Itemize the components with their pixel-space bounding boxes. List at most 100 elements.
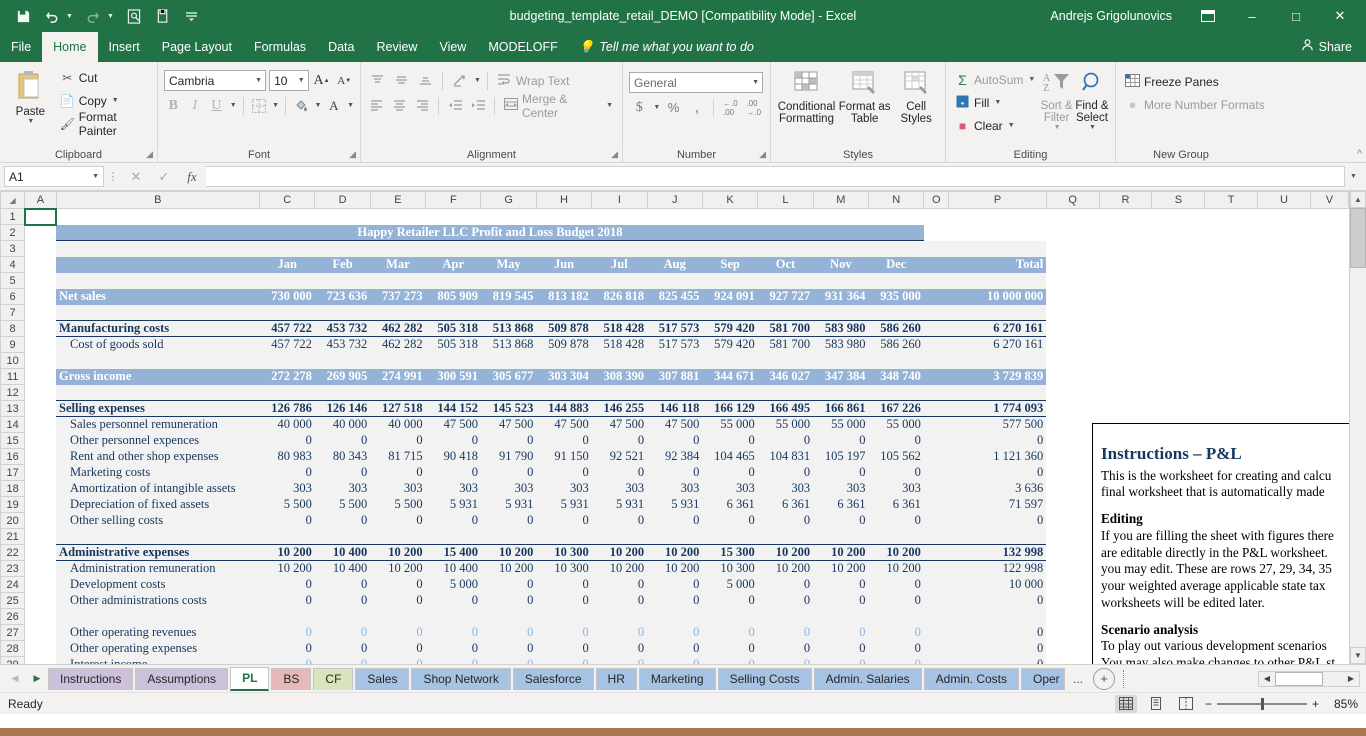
cell-D1[interactable] (315, 209, 370, 225)
accounting-format-button[interactable]: $ (629, 97, 649, 118)
cell-L27[interactable]: 0 (758, 625, 813, 641)
cell-E29[interactable]: 0 (370, 657, 425, 665)
copy-dropdown-icon[interactable]: ▼ (112, 97, 119, 104)
find-select-button[interactable]: Find & Select ▼ (1075, 68, 1109, 131)
cell-F13[interactable]: 144 152 (426, 401, 481, 417)
cell-B23[interactable]: Administration remuneration (56, 561, 260, 577)
sheet-tab-salesforce[interactable]: Salesforce (513, 668, 594, 690)
save-icon[interactable] (14, 7, 32, 25)
cell-O11[interactable] (924, 369, 949, 385)
cell-A23[interactable] (25, 561, 56, 577)
cell-A19[interactable] (25, 497, 56, 513)
cell-B7[interactable] (56, 305, 260, 321)
cell-D27[interactable]: 0 (315, 625, 370, 641)
cell-A22[interactable] (25, 545, 56, 561)
cell-J16[interactable]: 92 384 (647, 449, 702, 465)
month-header-apr[interactable]: Apr (426, 257, 481, 273)
column-header-D[interactable]: D (315, 192, 370, 209)
cell-M29[interactable]: 0 (813, 657, 868, 665)
row-header-26[interactable]: 26 (1, 609, 25, 625)
autosum-button[interactable]: Σ AutoSum ▼ (952, 68, 1038, 91)
cell-O23[interactable] (924, 561, 949, 577)
cell-F17[interactable]: 0 (426, 465, 481, 481)
cell-K11[interactable]: 344 671 (702, 369, 757, 385)
underline-dropdown-icon[interactable]: ▼ (230, 102, 237, 109)
cell-H14[interactable]: 47 500 (536, 417, 591, 433)
cell-F26[interactable] (426, 609, 481, 625)
align-bottom-icon[interactable] (415, 70, 436, 91)
sheet-tab-shop-network[interactable]: Shop Network (411, 668, 510, 690)
cell-I19[interactable]: 5 931 (592, 497, 647, 513)
cell-F25[interactable]: 0 (426, 593, 481, 609)
vertical-scroll-thumb[interactable] (1350, 208, 1366, 268)
row-header-10[interactable]: 10 (1, 353, 25, 369)
cell-C10[interactable] (260, 353, 315, 369)
month-header-jun[interactable]: Jun (536, 257, 591, 273)
next-sheet-icon[interactable]: ▶ (26, 668, 48, 690)
font-dialog-launcher[interactable]: ◢ (349, 149, 356, 160)
cell-A7[interactable] (25, 305, 56, 321)
cell-A4[interactable] (25, 257, 56, 273)
cell-D29[interactable]: 0 (315, 657, 370, 665)
cell-E28[interactable]: 0 (370, 641, 425, 657)
cell-B29[interactable]: Interest income (56, 657, 260, 665)
worksheet-grid[interactable]: ◢ABCDEFGHIJKLMNOPQRSTUV12Happy Retailer … (0, 191, 1349, 664)
cell-I21[interactable] (592, 529, 647, 545)
cell-L25[interactable]: 0 (758, 593, 813, 609)
cell-E5[interactable] (370, 273, 425, 289)
redo-icon[interactable] (84, 7, 102, 25)
cell-K7[interactable] (702, 305, 757, 321)
fill-dropdown-icon[interactable]: ▼ (994, 99, 1001, 106)
row-header-16[interactable]: 16 (1, 449, 25, 465)
cell-M5[interactable] (813, 273, 868, 289)
row-header-25[interactable]: 25 (1, 593, 25, 609)
italic-button[interactable]: I (186, 95, 205, 116)
ribbon-tab-formulas[interactable]: Formulas (243, 32, 317, 62)
cell-G22[interactable]: 10 200 (481, 545, 536, 561)
cell-A29[interactable] (25, 657, 56, 665)
decrease-decimal-button[interactable]: .00→.0 (744, 97, 764, 118)
sheet-tab-marketing[interactable]: Marketing (639, 668, 716, 690)
cell-F7[interactable] (426, 305, 481, 321)
cell-N17[interactable]: 0 (869, 465, 924, 481)
cell-G18[interactable]: 303 (481, 481, 536, 497)
cell-J17[interactable]: 0 (647, 465, 702, 481)
cell-P26[interactable] (949, 609, 1046, 625)
cell-C1[interactable] (260, 209, 315, 225)
cell-P19[interactable]: 71 597 (949, 497, 1046, 513)
cell-M3[interactable] (813, 241, 868, 257)
cell-P28[interactable]: 0 (949, 641, 1046, 657)
align-left-icon[interactable] (367, 95, 387, 116)
cell-E27[interactable]: 0 (370, 625, 425, 641)
sheet-tab-cf[interactable]: CF (313, 668, 353, 690)
cell-L26[interactable] (758, 609, 813, 625)
cell-C19[interactable]: 5 500 (260, 497, 315, 513)
cell-O29[interactable] (924, 657, 949, 665)
cell-P5[interactable] (949, 273, 1046, 289)
decrease-font-size-button[interactable]: A▼ (334, 70, 354, 91)
cell-N21[interactable] (869, 529, 924, 545)
cell-B16[interactable]: Rent and other shop expenses (56, 449, 260, 465)
row-header-11[interactable]: 11 (1, 369, 25, 385)
cell-D6[interactable]: 723 636 (315, 289, 370, 305)
cell-N7[interactable] (869, 305, 924, 321)
cell-B22[interactable]: Administrative expenses (56, 545, 260, 561)
cell-I12[interactable] (592, 385, 647, 401)
cell-H6[interactable]: 813 182 (536, 289, 591, 305)
font-color-button[interactable]: A (324, 95, 343, 116)
align-top-icon[interactable] (367, 70, 388, 91)
underline-button[interactable]: U (207, 95, 226, 116)
row-header-2[interactable]: 2 (1, 225, 25, 241)
cell-N27[interactable]: 0 (869, 625, 924, 641)
cell-D22[interactable]: 10 400 (315, 545, 370, 561)
cell-Q1[interactable] (1046, 209, 1099, 225)
row-header-14[interactable]: 14 (1, 417, 25, 433)
cell-C7[interactable] (260, 305, 315, 321)
cell-I26[interactable] (592, 609, 647, 625)
freeze-panes-button[interactable]: Freeze Panes (1122, 70, 1360, 93)
cell-A1[interactable] (25, 209, 56, 225)
row-header-20[interactable]: 20 (1, 513, 25, 529)
cell-I3[interactable] (592, 241, 647, 257)
cell-S6[interactable] (1152, 289, 1205, 305)
sheet-tab-assumptions[interactable]: Assumptions (135, 668, 228, 690)
